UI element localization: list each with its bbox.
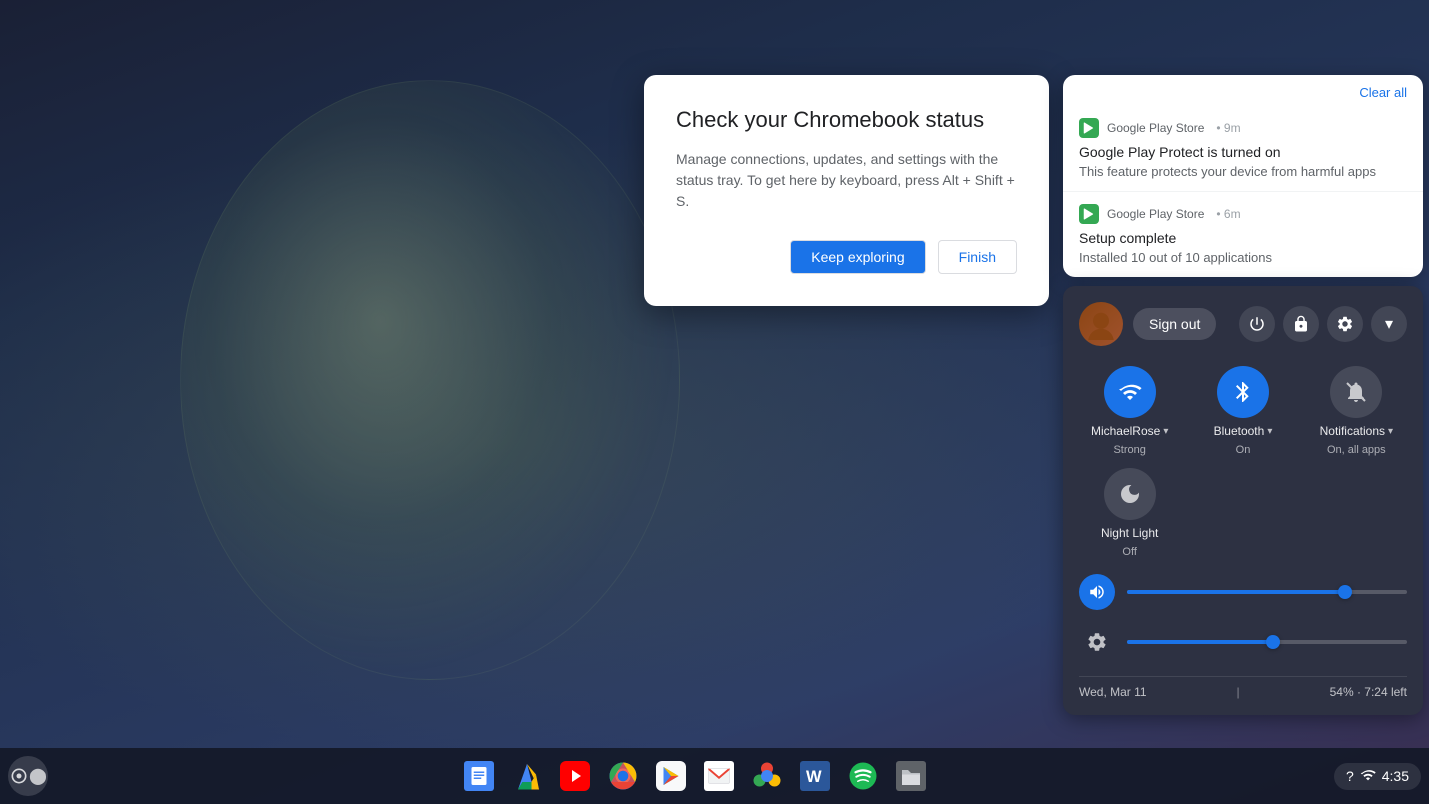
notifications-icon <box>1330 366 1382 418</box>
brightness-icon <box>1079 624 1115 660</box>
system-tray[interactable]: ? 4:35 <box>1334 763 1421 790</box>
brightness-fill <box>1127 640 1273 644</box>
volume-track[interactable] <box>1127 590 1407 594</box>
clock-display: 4:35 <box>1382 768 1409 784</box>
night-light-status: Off <box>1122 546 1136 558</box>
play-store-icon <box>1079 204 1099 224</box>
brightness-thumb[interactable] <box>1266 635 1280 649</box>
keep-exploring-button[interactable]: Keep exploring <box>790 240 925 274</box>
qs-header: Sign out ▾ <box>1079 302 1407 346</box>
qs-sliders <box>1079 574 1407 660</box>
brightness-slider-row <box>1079 624 1407 660</box>
svg-text:W: W <box>806 768 822 786</box>
qs-icon-buttons: ▾ <box>1239 306 1407 342</box>
battery-status: 54% · 7:24 left <box>1330 685 1407 699</box>
night-light-toggle[interactable]: Night Light Off <box>1079 468 1180 558</box>
notifications-toggle[interactable]: Notifications ▾ On, all apps <box>1306 366 1407 456</box>
taskbar-app-photos[interactable] <box>745 754 789 798</box>
volume-fill <box>1127 590 1345 594</box>
night-light-icon <box>1104 468 1156 520</box>
notif-time: • 6m <box>1216 207 1240 221</box>
wifi-label: MichaelRose ▾ <box>1091 424 1168 438</box>
taskbar-app-drive[interactable] <box>505 754 549 798</box>
taskbar-app-spotify[interactable] <box>841 754 885 798</box>
volume-slider-row <box>1079 574 1407 610</box>
notifications-status: On, all apps <box>1327 444 1386 456</box>
finish-button[interactable]: Finish <box>938 240 1017 274</box>
notifications-panel: Clear all Google Play Store • 9m Google … <box>1063 75 1423 277</box>
desktop: Check your Chromebook status Manage conn… <box>0 0 1429 804</box>
taskbar-apps: W <box>56 754 1334 798</box>
qs-toggles-grid: MichaelRose ▾ Strong Bluetooth ▾ On <box>1079 366 1407 558</box>
launcher-button[interactable] <box>8 756 48 796</box>
volume-icon <box>1079 574 1115 610</box>
footer-separator: | <box>1237 685 1240 699</box>
sign-out-button[interactable]: Sign out <box>1133 308 1216 340</box>
taskbar-app-youtube[interactable] <box>553 754 597 798</box>
notif-chevron: ▾ <box>1388 426 1393 437</box>
taskbar-app-docs[interactable] <box>457 754 501 798</box>
volume-thumb[interactable] <box>1338 585 1352 599</box>
qs-footer: Wed, Mar 11 | 54% · 7:24 left <box>1079 676 1407 699</box>
notif-source-name: Google Play Store <box>1107 207 1204 221</box>
notif-title: Setup complete <box>1079 230 1407 246</box>
bluetooth-label: Bluetooth ▾ <box>1214 424 1273 438</box>
dialog-title: Check your Chromebook status <box>676 107 1017 133</box>
wifi-status: Strong <box>1113 444 1145 456</box>
date-display: Wed, Mar 11 <box>1079 685 1147 699</box>
bluetooth-toggle[interactable]: Bluetooth ▾ On <box>1192 366 1293 456</box>
play-store-icon <box>1079 118 1099 138</box>
chevron-down-icon: ▾ <box>1385 314 1393 334</box>
notification-item[interactable]: Google Play Store • 6m Setup complete In… <box>1063 192 1423 277</box>
brightness-track[interactable] <box>1127 640 1407 644</box>
taskbar: W <box>0 748 1429 804</box>
dialog-body: Manage connections, updates, and setting… <box>676 149 1017 212</box>
notif-time: • 9m <box>1216 121 1240 135</box>
dialog-actions: Keep exploring Finish <box>676 240 1017 274</box>
user-avatar <box>1079 302 1123 346</box>
night-light-label: Night Light <box>1101 526 1158 540</box>
notif-source-row: Google Play Store • 6m <box>1079 204 1407 224</box>
notification-item[interactable]: Google Play Store • 9m Google Play Prote… <box>1063 106 1423 192</box>
chromebook-status-dialog: Check your Chromebook status Manage conn… <box>644 75 1049 306</box>
notif-title: Google Play Protect is turned on <box>1079 144 1407 160</box>
wifi-tray-icon <box>1360 767 1376 786</box>
bluetooth-status: On <box>1236 444 1251 456</box>
quick-settings-panel: Sign out ▾ <box>1063 286 1423 715</box>
notif-source-name: Google Play Store <box>1107 121 1204 135</box>
taskbar-app-gmail[interactable] <box>697 754 741 798</box>
collapse-button[interactable]: ▾ <box>1371 306 1407 342</box>
notif-desc: Installed 10 out of 10 applications <box>1079 250 1407 265</box>
wifi-toggle[interactable]: MichaelRose ▾ Strong <box>1079 366 1180 456</box>
settings-button[interactable] <box>1327 306 1363 342</box>
bluetooth-icon <box>1217 366 1269 418</box>
notifications-header: Clear all <box>1063 75 1423 106</box>
clear-all-button[interactable]: Clear all <box>1359 85 1407 100</box>
wifi-chevron: ▾ <box>1163 426 1168 437</box>
wifi-icon <box>1104 366 1156 418</box>
taskbar-app-chrome[interactable] <box>601 754 645 798</box>
help-icon: ? <box>1346 768 1354 784</box>
notif-source-row: Google Play Store • 9m <box>1079 118 1407 138</box>
taskbar-app-word[interactable]: W <box>793 754 837 798</box>
taskbar-app-files[interactable] <box>889 754 933 798</box>
notif-desc: This feature protects your device from h… <box>1079 164 1407 179</box>
power-button[interactable] <box>1239 306 1275 342</box>
taskbar-app-play[interactable] <box>649 754 693 798</box>
desktop-decoration <box>180 80 680 680</box>
bluetooth-chevron: ▾ <box>1267 426 1272 437</box>
taskbar-right: ? 4:35 <box>1334 763 1421 790</box>
lock-button[interactable] <box>1283 306 1319 342</box>
notifications-label: Notifications ▾ <box>1320 424 1393 438</box>
